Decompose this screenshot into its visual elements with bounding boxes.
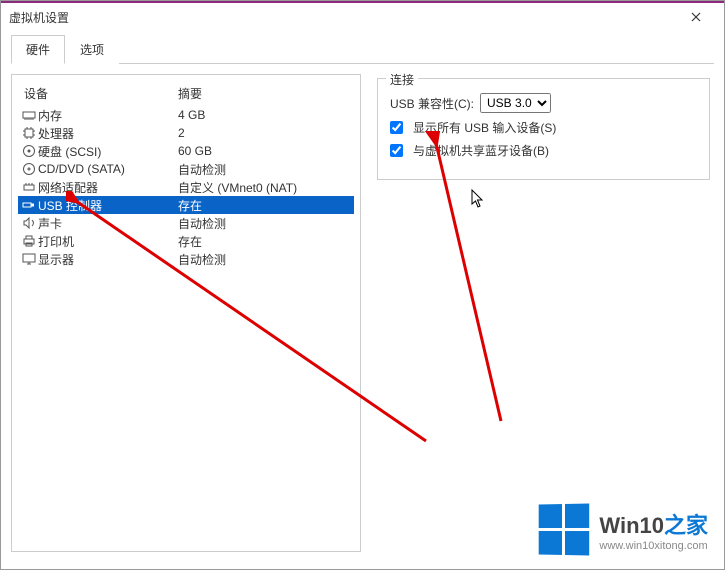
header-device: 设备: [20, 85, 178, 102]
windows-logo-icon: [539, 504, 590, 556]
device-row[interactable]: CD/DVD (SATA)自动检测: [18, 160, 354, 178]
device-row[interactable]: 网络适配器自定义 (VMnet0 (NAT): [18, 178, 354, 196]
printer-icon: [20, 234, 38, 248]
device-name: CD/DVD (SATA): [38, 162, 178, 176]
device-name: 网络适配器: [38, 179, 178, 196]
dialog-window: 虚拟机设置 硬件 选项 设备 摘要 内存4 GB处理器2硬盘 (SCSI)60 …: [0, 0, 725, 570]
header-summary: 摘要: [178, 85, 352, 102]
device-name: 硬盘 (SCSI): [38, 143, 178, 160]
watermark-brand-suffix: 之家: [664, 513, 708, 538]
tabs: 硬件 选项: [11, 34, 714, 64]
device-name: 声卡: [38, 215, 178, 232]
usb-compat-select[interactable]: USB 3.0: [480, 93, 551, 113]
close-button[interactable]: [676, 3, 716, 31]
dialog-body: 设备 摘要 内存4 GB处理器2硬盘 (SCSI)60 GBCD/DVD (SA…: [1, 64, 724, 562]
net-icon: [20, 180, 38, 194]
display-icon: [20, 252, 38, 266]
cpu-icon: [20, 126, 38, 140]
device-list-header: 设备 摘要: [18, 81, 354, 106]
show-all-usb-checkbox[interactable]: [390, 121, 403, 134]
titlebar: 虚拟机设置: [1, 1, 724, 31]
device-row[interactable]: 声卡自动检测: [18, 214, 354, 232]
device-list[interactable]: 内存4 GB处理器2硬盘 (SCSI)60 GBCD/DVD (SATA)自动检…: [18, 106, 354, 545]
device-name: 显示器: [38, 251, 178, 268]
device-summary: 4 GB: [178, 108, 352, 122]
settings-panel: 连接 USB 兼容性(C): USB 3.0 显示所有 USB 输入设备(S) …: [373, 74, 714, 552]
fieldset-legend: 连接: [386, 71, 418, 88]
device-row[interactable]: 显示器自动检测: [18, 250, 354, 268]
watermark-brand-prefix: Win10: [599, 513, 664, 538]
tab-options[interactable]: 选项: [65, 35, 119, 64]
device-summary: 2: [178, 126, 352, 140]
disk-icon: [20, 144, 38, 158]
connection-fieldset: 连接 USB 兼容性(C): USB 3.0 显示所有 USB 输入设备(S) …: [377, 78, 710, 180]
watermark-text: Win10之家 www.win10xitong.com: [599, 508, 708, 552]
close-icon: [691, 12, 701, 22]
device-name: 处理器: [38, 125, 178, 142]
sound-icon: [20, 216, 38, 230]
share-bluetooth-label[interactable]: 与虚拟机共享蓝牙设备(B): [413, 142, 549, 159]
watermark: Win10之家 www.win10xitong.com: [538, 504, 708, 555]
device-row[interactable]: 打印机存在: [18, 232, 354, 250]
memory-icon: [20, 108, 38, 122]
cd-icon: [20, 162, 38, 176]
usb-compat-label: USB 兼容性(C):: [390, 95, 474, 112]
device-row[interactable]: USB 控制器存在: [18, 196, 354, 214]
watermark-url: www.win10xitong.com: [599, 540, 708, 552]
tab-hardware[interactable]: 硬件: [11, 35, 65, 64]
device-summary: 自动检测: [178, 215, 352, 232]
device-summary: 存在: [178, 197, 352, 214]
device-summary: 自动检测: [178, 251, 352, 268]
device-name: 打印机: [38, 233, 178, 250]
show-all-usb-label[interactable]: 显示所有 USB 输入设备(S): [413, 119, 556, 136]
device-summary: 自定义 (VMnet0 (NAT): [178, 179, 352, 196]
device-summary: 60 GB: [178, 144, 352, 158]
device-row[interactable]: 硬盘 (SCSI)60 GB: [18, 142, 354, 160]
share-bluetooth-checkbox[interactable]: [390, 144, 403, 157]
device-summary: 自动检测: [178, 161, 352, 178]
device-row[interactable]: 内存4 GB: [18, 106, 354, 124]
window-title: 虚拟机设置: [9, 9, 676, 26]
device-name: USB 控制器: [38, 197, 178, 214]
device-summary: 存在: [178, 233, 352, 250]
device-name: 内存: [38, 107, 178, 124]
device-row[interactable]: 处理器2: [18, 124, 354, 142]
usb-icon: [20, 198, 38, 212]
device-list-panel: 设备 摘要 内存4 GB处理器2硬盘 (SCSI)60 GBCD/DVD (SA…: [11, 74, 361, 552]
